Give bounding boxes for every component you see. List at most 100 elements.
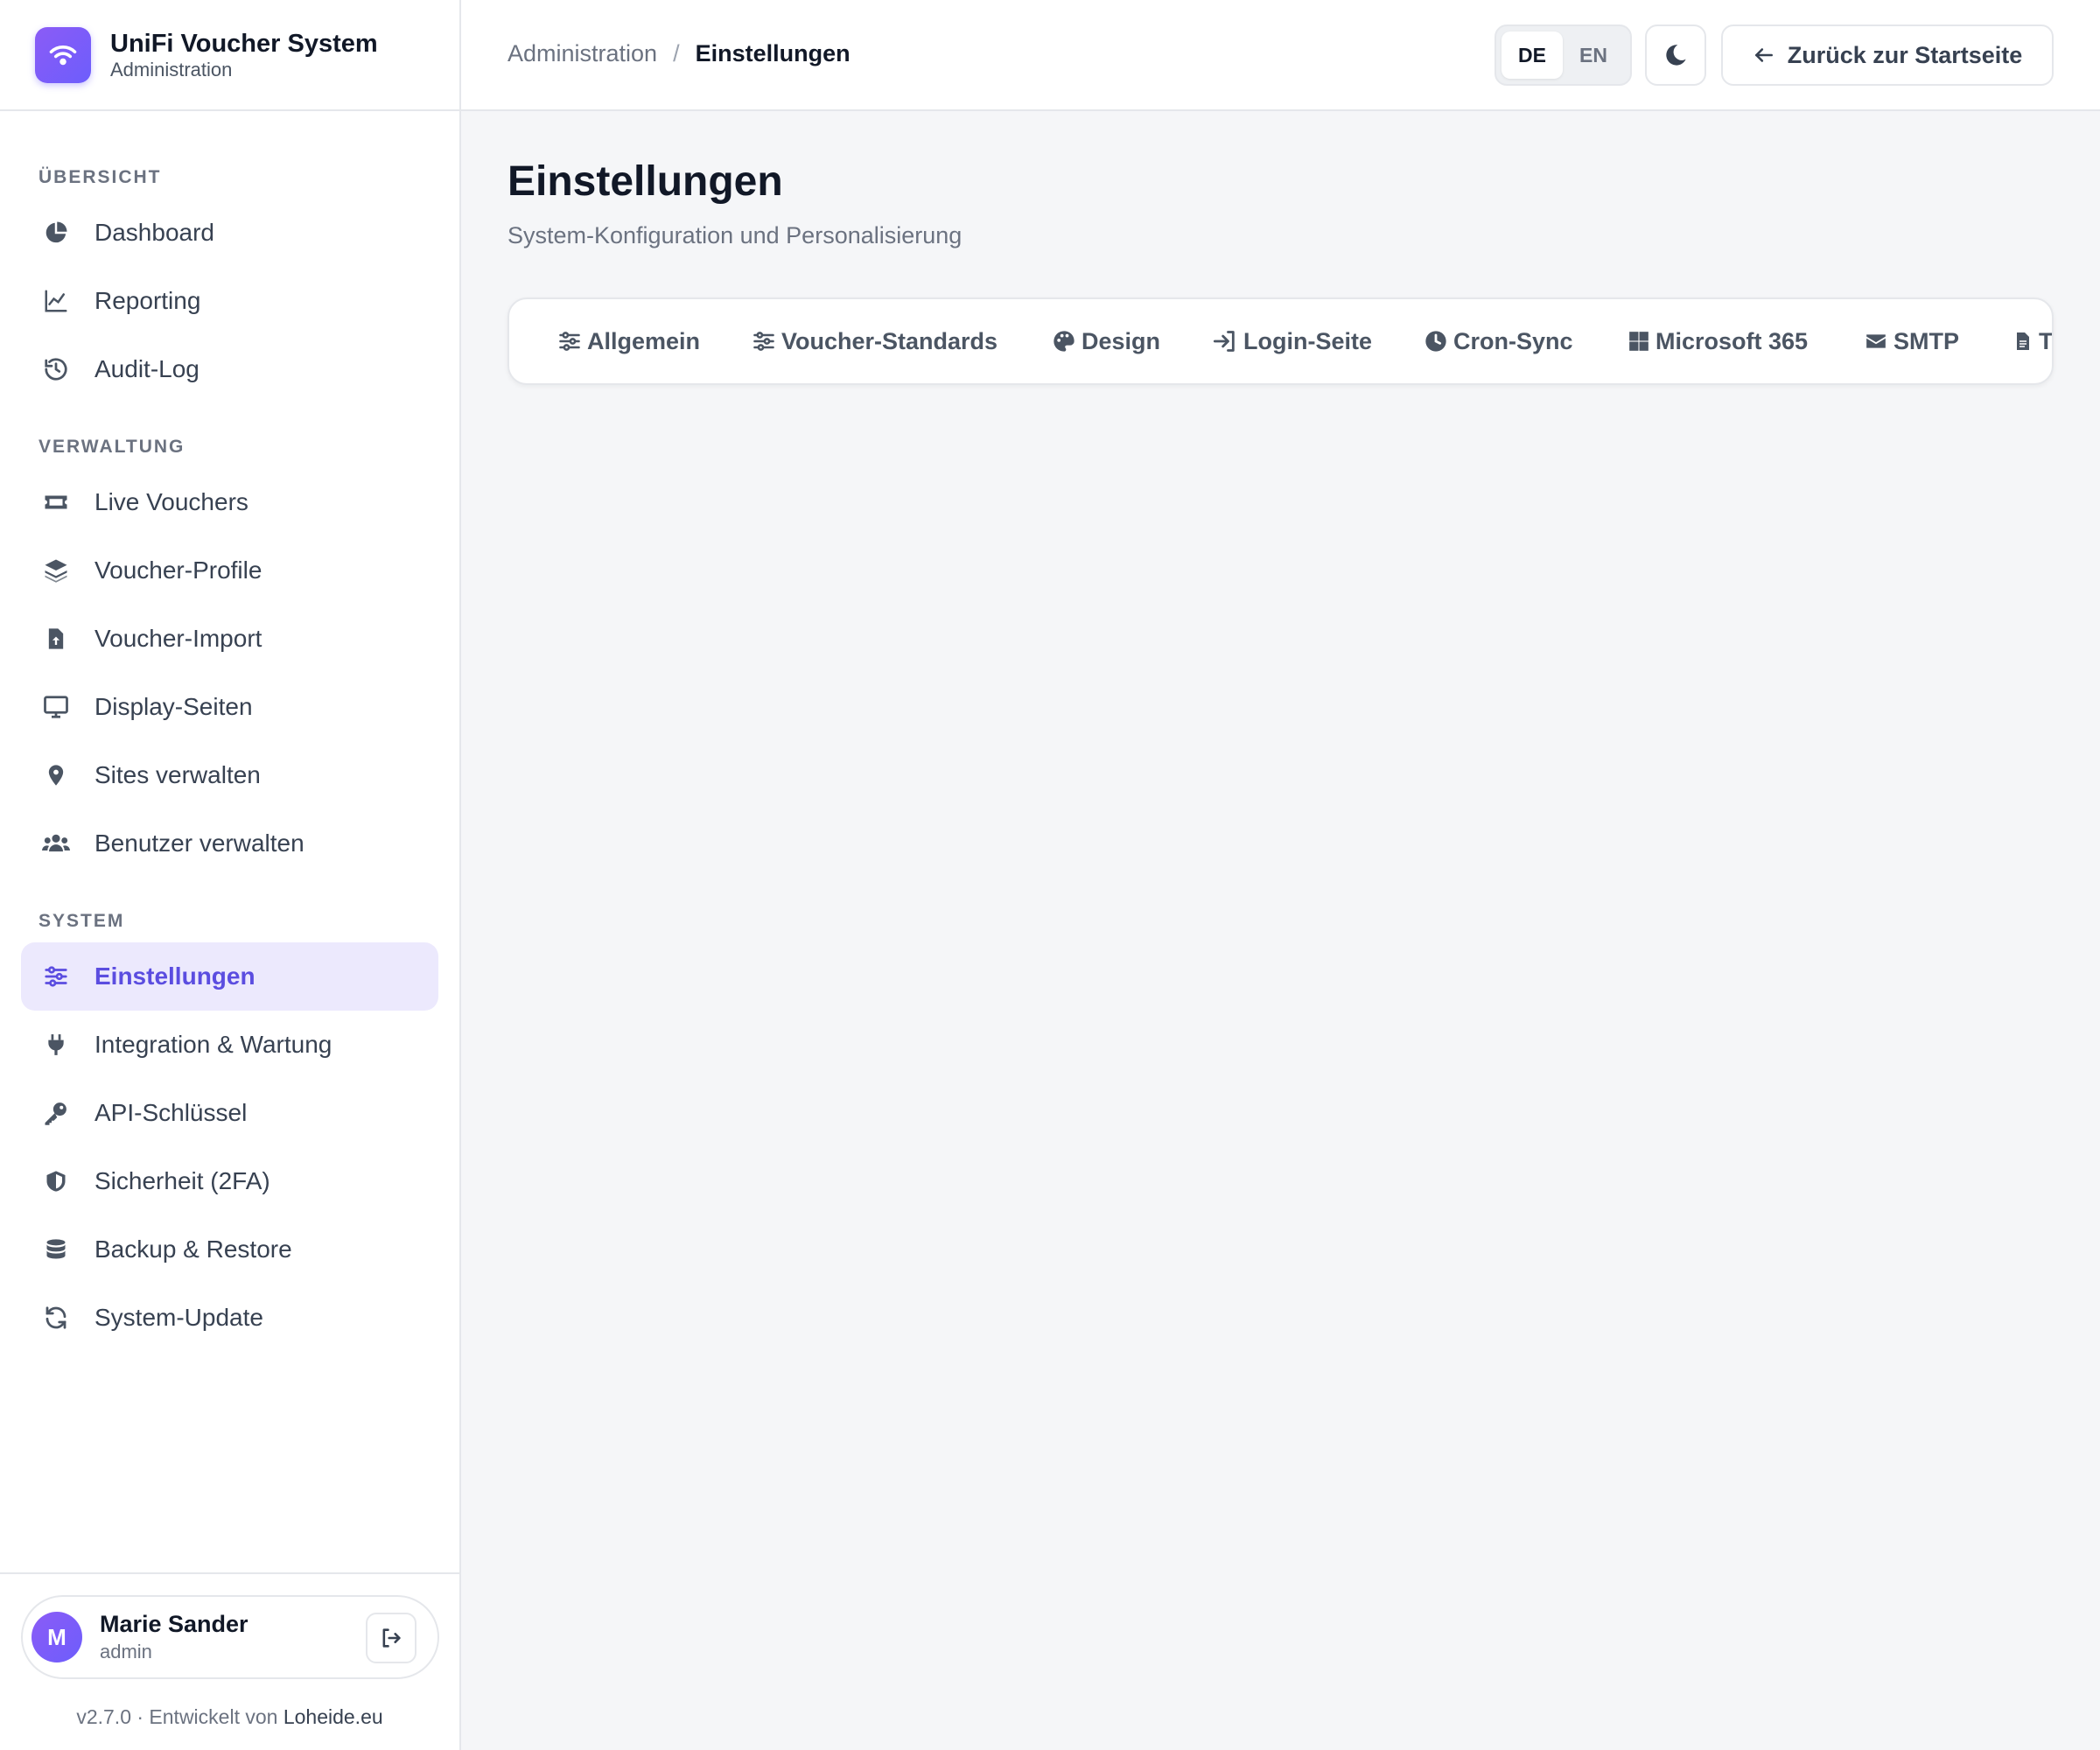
tab-label: Login-Seite bbox=[1243, 327, 1372, 354]
sidebar-item-integration[interactable]: Integration & Wartung bbox=[21, 1011, 438, 1079]
sidebar-item-system-update[interactable]: System-Update bbox=[21, 1284, 438, 1352]
sliders-icon bbox=[559, 332, 580, 351]
sidebar-item-label: API-Schlüssel bbox=[94, 1099, 248, 1126]
users-icon bbox=[42, 830, 70, 858]
tab-label: Voucher-Standards bbox=[781, 327, 998, 354]
sidebar-nav: ÜBERSICHT Dashboard Reporting Audit-Log … bbox=[0, 111, 459, 1352]
palette-icon bbox=[1054, 331, 1074, 352]
tab-smtp[interactable]: SMTP bbox=[1864, 299, 1959, 383]
tab-label: Allgemein bbox=[587, 327, 701, 354]
sidebar-item-settings[interactable]: Einstellungen bbox=[21, 942, 438, 1011]
file-upload-icon bbox=[42, 625, 70, 653]
tab-label: Cron-Sync bbox=[1453, 327, 1573, 354]
sidebar-item-label: Sicherheit (2FA) bbox=[94, 1167, 270, 1194]
sidebar-item-backup[interactable]: Backup & Restore bbox=[21, 1215, 438, 1284]
ticket-icon bbox=[42, 488, 70, 516]
sliders-icon bbox=[753, 332, 774, 351]
sidebar-item-reporting[interactable]: Reporting bbox=[21, 267, 438, 335]
tab-voucher-defaults[interactable]: Voucher-Standards bbox=[752, 299, 998, 383]
sidebar-item-label: System-Update bbox=[94, 1304, 263, 1331]
breadcrumb: Administration / Einstellungen bbox=[508, 40, 850, 67]
sidebar-item-label: Reporting bbox=[94, 287, 201, 314]
sidebar-item-label: Dashboard bbox=[94, 219, 214, 246]
logout-button[interactable] bbox=[366, 1613, 416, 1663]
plug-icon bbox=[42, 1031, 70, 1059]
breadcrumb-separator: / bbox=[673, 40, 680, 66]
line-chart-icon bbox=[42, 287, 70, 315]
settings-tabs: Allgemein Voucher-Standards Design Login… bbox=[508, 298, 2054, 385]
section-label-system: SYSTEM bbox=[38, 911, 125, 931]
layers-icon bbox=[42, 556, 70, 584]
sidebar-item-label: Live Vouchers bbox=[94, 488, 248, 515]
user-role: admin bbox=[100, 1641, 152, 1662]
sidebar-item-label: Audit-Log bbox=[94, 355, 200, 382]
sidebar-item-live-vouchers[interactable]: Live Vouchers bbox=[21, 468, 438, 536]
clock-icon bbox=[1425, 331, 1446, 352]
tab-label: Te bbox=[2039, 327, 2052, 354]
page-subtitle: System-Konfiguration und Personalisierun… bbox=[508, 222, 962, 248]
top-bar: Administration / Einstellungen DE EN Zur… bbox=[461, 0, 2100, 111]
section-label-management: VERWALTUNG bbox=[38, 437, 186, 457]
theme-toggle-button[interactable] bbox=[1645, 24, 1706, 86]
version-text: v2.7.0 · Entwickelt von bbox=[76, 1705, 284, 1728]
refresh-icon bbox=[42, 1304, 70, 1332]
envelope-icon bbox=[1866, 334, 1886, 348]
tab-label: SMTP bbox=[1894, 327, 1960, 354]
key-icon bbox=[42, 1099, 70, 1127]
sidebar-item-label: Voucher-Profile bbox=[94, 556, 262, 584]
arrow-left-icon bbox=[1754, 48, 1773, 62]
language-de-button[interactable]: DE bbox=[1502, 32, 1563, 79]
breadcrumb-current: Einstellungen bbox=[695, 40, 850, 66]
moon-icon bbox=[1666, 45, 1686, 66]
sidebar-item-voucher-import[interactable]: Voucher-Import bbox=[21, 605, 438, 673]
tab-label: Microsoft 365 bbox=[1656, 327, 1809, 354]
sidebar-item-dashboard[interactable]: Dashboard bbox=[21, 199, 438, 267]
logout-icon bbox=[382, 1628, 401, 1648]
app-title: UniFi Voucher System bbox=[110, 29, 378, 58]
sidebar-item-label: Einstellungen bbox=[94, 962, 256, 990]
sidebar-item-label: Display-Seiten bbox=[94, 693, 253, 720]
avatar: M bbox=[32, 1612, 82, 1662]
version-footer: v2.7.0 · Entwickelt von Loheide.eu bbox=[0, 1705, 459, 1729]
sidebar-item-audit-log[interactable]: Audit-Log bbox=[21, 335, 438, 403]
file-text-icon bbox=[2017, 332, 2029, 350]
database-icon bbox=[42, 1236, 70, 1264]
sidebar-item-security[interactable]: Sicherheit (2FA) bbox=[21, 1147, 438, 1215]
sign-in-icon bbox=[1213, 331, 1235, 352]
sliders-icon bbox=[42, 962, 70, 990]
section-label-overview: ÜBERSICHT bbox=[38, 167, 162, 187]
tab-templates[interactable]: Te bbox=[2012, 299, 2052, 383]
sidebar-item-users[interactable]: Benutzer verwalten bbox=[21, 809, 438, 878]
user-name: Marie Sander bbox=[100, 1611, 248, 1637]
sidebar-item-label: Voucher-Import bbox=[94, 625, 262, 652]
brand-header: UniFi Voucher System Administration bbox=[0, 0, 459, 111]
tab-microsoft-365[interactable]: Microsoft 365 bbox=[1628, 299, 1808, 383]
sidebar-item-label: Benutzer verwalten bbox=[94, 830, 304, 857]
sidebar-item-voucher-profile[interactable]: Voucher-Profile bbox=[21, 536, 438, 605]
sidebar-item-label: Backup & Restore bbox=[94, 1236, 292, 1263]
tab-general[interactable]: Allgemein bbox=[557, 299, 700, 383]
shield-icon bbox=[42, 1167, 70, 1195]
language-switcher: DE EN bbox=[1494, 24, 1632, 86]
tab-login-page[interactable]: Login-Seite bbox=[1212, 299, 1372, 383]
page-title: Einstellungen bbox=[508, 158, 783, 205]
map-pin-icon bbox=[42, 761, 70, 789]
sidebar-item-api-keys[interactable]: API-Schlüssel bbox=[21, 1079, 438, 1147]
windows-icon bbox=[1629, 332, 1648, 351]
monitor-icon bbox=[42, 693, 70, 721]
sidebar-item-sites[interactable]: Sites verwalten bbox=[21, 741, 438, 809]
tab-label: Design bbox=[1082, 327, 1161, 354]
language-en-button[interactable]: EN bbox=[1563, 32, 1624, 79]
sidebar-item-label: Integration & Wartung bbox=[94, 1031, 332, 1058]
developer-link[interactable]: Loheide.eu bbox=[284, 1705, 383, 1728]
history-icon bbox=[42, 355, 70, 383]
back-to-home-button[interactable]: Zurück zur Startseite bbox=[1721, 24, 2054, 86]
tab-cron-sync[interactable]: Cron-Sync bbox=[1424, 299, 1573, 383]
tab-design[interactable]: Design bbox=[1052, 299, 1160, 383]
breadcrumb-parent[interactable]: Administration bbox=[508, 40, 657, 67]
sidebar-item-display-pages[interactable]: Display-Seiten bbox=[21, 673, 438, 741]
sidebar-item-label: Sites verwalten bbox=[94, 761, 261, 788]
app-subtitle: Administration bbox=[110, 58, 233, 80]
wifi-icon bbox=[35, 26, 91, 83]
sidebar: UniFi Voucher System Administration ÜBER… bbox=[0, 0, 461, 1750]
